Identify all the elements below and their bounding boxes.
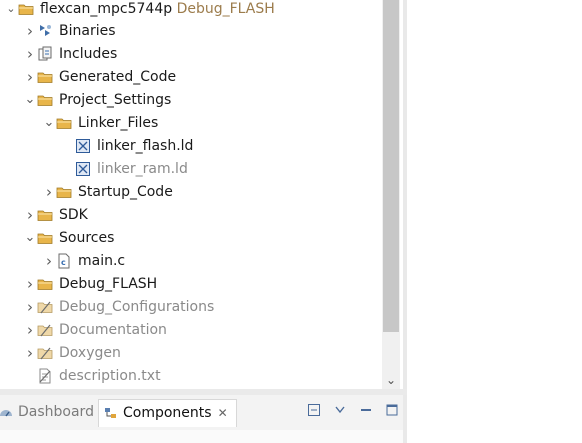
chevron-right-icon[interactable]: › — [23, 319, 37, 341]
tree-item-label: Includes — [59, 46, 118, 62]
chevron-right-icon[interactable]: › — [23, 43, 37, 65]
folder-icon — [37, 210, 53, 221]
dashboard-icon — [0, 410, 12, 417]
view-menu-icon[interactable] — [333, 403, 347, 417]
chevron-right-icon[interactable]: › — [42, 181, 56, 203]
tab-dashboard[interactable]: Dashboard — [0, 399, 94, 426]
chevron-right-icon[interactable]: › — [23, 342, 37, 364]
tree-item-label: Binaries — [59, 23, 116, 39]
tree-item-label: Sources — [59, 230, 115, 246]
tree-item-label: Generated_Code — [59, 69, 177, 85]
folder-icon — [56, 187, 72, 198]
chevron-right-icon[interactable]: › — [42, 250, 56, 272]
view-toolbar — [307, 403, 399, 417]
linker-file-icon — [76, 139, 90, 153]
vertical-scrollbar[interactable]: ⌄ — [382, 0, 400, 389]
tab-components[interactable]: Components ✕ — [98, 399, 237, 427]
minimize-icon[interactable] — [359, 403, 373, 417]
chevron-down-icon[interactable]: ⌄ — [23, 89, 37, 111]
excluded-folder-icon — [37, 324, 53, 337]
chevron-right-icon[interactable]: › — [23, 296, 37, 318]
components-icon — [105, 408, 116, 418]
tree-item-label: Startup_Code — [78, 184, 173, 200]
includes-icon — [38, 46, 52, 61]
scroll-down-icon[interactable]: ⌄ — [382, 371, 400, 389]
chevron-down-icon[interactable]: ⌄ — [23, 227, 37, 249]
chevron-right-icon[interactable]: › — [23, 66, 37, 88]
chevron-right-icon[interactable]: › — [23, 20, 37, 42]
chevron-down-icon[interactable]: ⌄ — [4, 0, 18, 20]
folder-icon — [37, 95, 53, 106]
components-view-body — [0, 430, 403, 443]
c-file-icon: c — [58, 253, 70, 269]
folder-icon — [37, 72, 53, 83]
tree-item-label: flexcan_mpc5744p Debug_FLASH — [40, 1, 275, 17]
tree-item-label: Debug_Configurations — [59, 299, 215, 315]
tree-item-label: linker_ram.ld — [97, 161, 188, 177]
chevron-right-icon[interactable]: › — [23, 273, 37, 295]
project-folder-icon — [18, 4, 34, 15]
collapse-all-icon[interactable] — [307, 403, 321, 417]
tree-item-label: Linker_Files — [78, 115, 159, 131]
excluded-file-icon — [39, 368, 51, 384]
chevron-right-icon[interactable]: › — [23, 204, 37, 226]
scrollbar-thumb[interactable] — [383, 0, 399, 332]
svg-text:c: c — [61, 258, 66, 267]
project-explorer-tree[interactable]: ⌄ flexcan_mpc5744p Debug_FLASH › Binaries… — [0, 0, 382, 389]
folder-icon — [37, 279, 53, 290]
tab-label: Components — [123, 405, 212, 421]
close-icon[interactable]: ✕ — [218, 406, 228, 420]
linker-file-icon — [76, 162, 90, 176]
tab-label: Dashboard — [18, 404, 94, 420]
tree-item-label: description.txt — [59, 368, 161, 384]
folder-icon — [37, 233, 53, 244]
tree-item-label: Documentation — [59, 322, 167, 338]
tree-item-label: Doxygen — [59, 345, 121, 361]
panel-divider — [403, 0, 407, 443]
binaries-icon — [40, 25, 51, 36]
bottom-tab-bar: Dashboard Components ✕ — [0, 395, 403, 431]
tree-item-label: SDK — [59, 207, 88, 223]
folder-icon — [56, 118, 72, 129]
tree-item-label: linker_flash.ld — [97, 138, 194, 154]
excluded-folder-icon — [37, 301, 53, 314]
excluded-folder-icon — [37, 347, 53, 360]
tree-item-label: Project_Settings — [59, 92, 172, 108]
tree-item-label: Debug_FLASH — [59, 276, 158, 292]
maximize-icon[interactable] — [385, 403, 399, 417]
tree-item-label: main.c — [78, 253, 126, 269]
chevron-down-icon[interactable]: ⌄ — [42, 112, 56, 134]
